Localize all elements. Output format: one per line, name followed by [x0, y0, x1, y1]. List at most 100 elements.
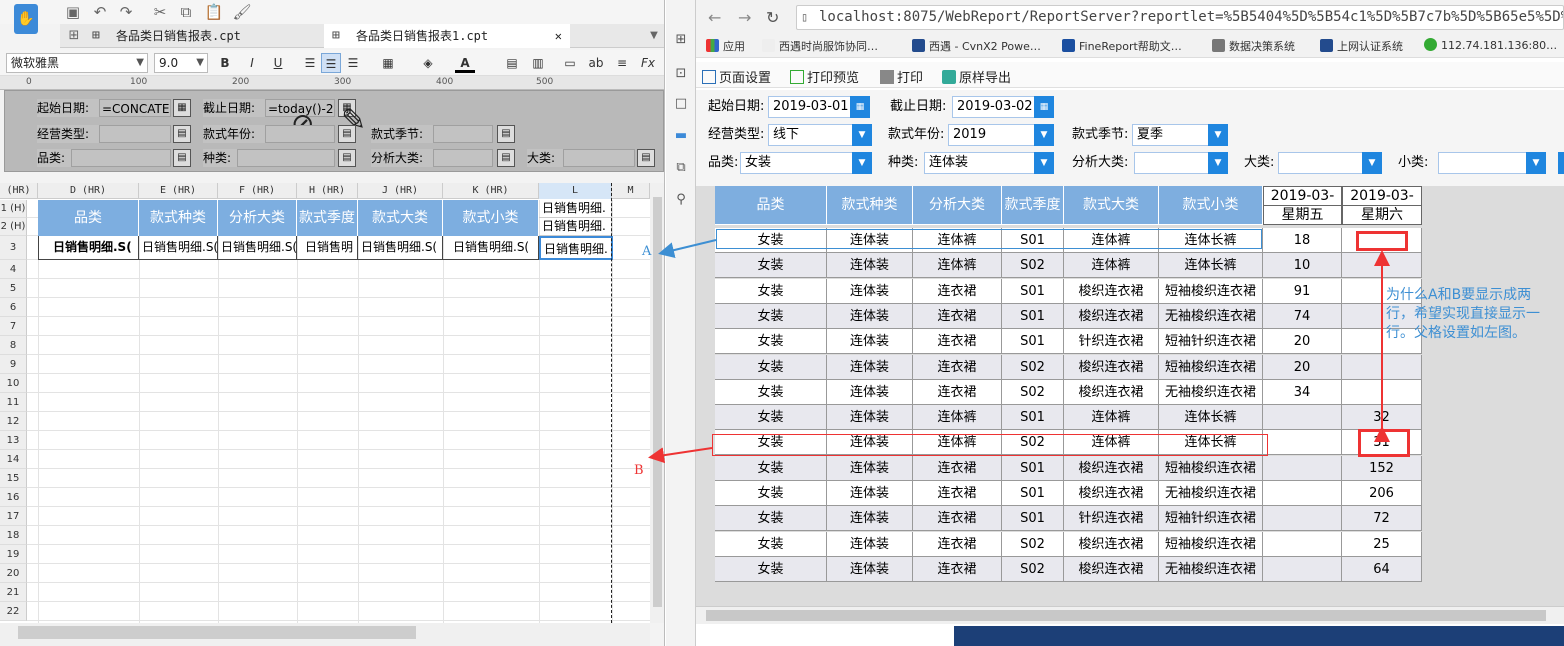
- report-cell[interactable]: 34: [1263, 379, 1342, 405]
- dropdown-icon[interactable]: ▤: [173, 149, 191, 167]
- report-cell[interactable]: 连体装: [827, 303, 913, 329]
- calendar-icon[interactable]: ▦: [173, 99, 191, 117]
- report-cell[interactable]: S02: [1002, 556, 1064, 582]
- report-cell[interactable]: [1263, 506, 1342, 532]
- report-cell[interactable]: S02: [1002, 531, 1064, 557]
- dropdown-icon[interactable]: ▤: [338, 149, 356, 167]
- vertical-scrollbar[interactable]: [650, 183, 664, 623]
- column-header[interactable]: J (HR): [358, 183, 443, 199]
- grid-icon[interactable]: ⊞: [64, 26, 84, 46]
- copy-icon[interactable]: ⧉: [176, 2, 196, 22]
- bookmark-apps[interactable]: 应用: [706, 38, 745, 54]
- report-cell[interactable]: [1263, 405, 1342, 431]
- column-header[interactable]: L: [539, 183, 612, 199]
- small-class-select[interactable]: ▼: [1438, 152, 1546, 174]
- report-cell[interactable]: 连衣裙: [913, 556, 1002, 582]
- close-tab-icon[interactable]: ✕: [555, 24, 562, 48]
- report-cell[interactable]: 连体长裤: [1159, 405, 1263, 431]
- cell-attr-icon[interactable]: ▬: [673, 128, 689, 144]
- chevron-down-icon[interactable]: ▼: [1362, 152, 1382, 174]
- column-header[interactable]: H (HR): [297, 183, 358, 199]
- report-cell[interactable]: 短袖针织连衣裙: [1159, 506, 1263, 532]
- report-cell[interactable]: 女装: [715, 506, 827, 532]
- report-cell[interactable]: 连衣裙: [913, 379, 1002, 405]
- row-header[interactable]: 6: [0, 298, 27, 317]
- split-cells-icon[interactable]: ▥: [528, 53, 548, 73]
- report-cell[interactable]: S01: [1002, 405, 1064, 431]
- report-cell[interactable]: 无袖梭织连衣裙: [1159, 556, 1263, 582]
- column-header[interactable]: E (HR): [139, 183, 218, 199]
- format-painter-icon[interactable]: 🖌: [232, 2, 252, 22]
- report-cell[interactable]: S01: [1002, 303, 1064, 329]
- header-cell[interactable]: 款式季度: [297, 200, 358, 236]
- font-family-select[interactable]: 微软雅黑 ▼: [6, 53, 148, 73]
- frame-icon[interactable]: □: [673, 96, 689, 112]
- report-cell[interactable]: 女装: [715, 531, 827, 557]
- report-cell[interactable]: 连体裤: [1064, 253, 1159, 279]
- date-cell[interactable]: 日销售明细.: [539, 200, 612, 218]
- row-header[interactable]: 10: [0, 374, 27, 393]
- row-header[interactable]: 17: [0, 507, 27, 526]
- category-select[interactable]: 女装 ▼: [740, 152, 872, 174]
- report-cell[interactable]: 64: [1342, 556, 1422, 582]
- row-header[interactable]: 2 (H): [0, 218, 27, 236]
- row-header[interactable]: 4: [0, 260, 27, 279]
- row-header[interactable]: 13: [0, 431, 27, 450]
- biz-type-field[interactable]: [99, 125, 171, 143]
- query-button[interactable]: [1558, 152, 1564, 174]
- report-cell[interactable]: 206: [1342, 481, 1422, 506]
- report-cell[interactable]: 连体长裤: [1159, 253, 1263, 279]
- report-cell[interactable]: 短袖梭织连衣裙: [1159, 354, 1263, 380]
- report-cell[interactable]: 连体装: [827, 405, 913, 431]
- report-cell[interactable]: 梭织连衣裙: [1064, 354, 1159, 380]
- paste-icon[interactable]: 📋: [204, 2, 224, 22]
- report-cell[interactable]: 连体裤: [913, 405, 1002, 431]
- analysis-field[interactable]: [433, 149, 493, 167]
- text-style-icon[interactable]: ab: [586, 53, 606, 73]
- row-header[interactable]: 19: [0, 545, 27, 564]
- report-cell[interactable]: S02: [1002, 253, 1064, 279]
- report-cell[interactable]: 25: [1342, 531, 1422, 557]
- start-date-input[interactable]: 2019-03-01 ▦: [768, 96, 870, 118]
- report-cell[interactable]: 梭织连衣裙: [1064, 379, 1159, 405]
- report-cell[interactable]: [1263, 481, 1342, 506]
- report-cell[interactable]: [1263, 531, 1342, 557]
- align-center-icon[interactable]: ☰: [321, 53, 341, 73]
- kind-field[interactable]: [237, 149, 335, 167]
- report-cell[interactable]: S01: [1002, 506, 1064, 532]
- report-cell[interactable]: 72: [1342, 506, 1422, 532]
- report-cell[interactable]: 连体装: [827, 379, 913, 405]
- report-cell[interactable]: 女装: [715, 329, 827, 355]
- report-cell[interactable]: 连衣裙: [913, 329, 1002, 355]
- report-cell[interactable]: 女装: [715, 253, 827, 279]
- report-cell[interactable]: 梭织连衣裙: [1064, 481, 1159, 506]
- row-header[interactable]: 20: [0, 564, 27, 583]
- report-cell[interactable]: 短袖梭织连衣裙: [1159, 278, 1263, 304]
- header-cell[interactable]: 品类: [38, 200, 139, 236]
- column-header[interactable]: M: [612, 183, 650, 199]
- report-cell[interactable]: 梭织连衣裙: [1064, 455, 1159, 481]
- row-header[interactable]: 18: [0, 526, 27, 545]
- data-cell[interactable]: 日销售明细.S(: [443, 236, 539, 260]
- report-cell[interactable]: 无袖梭织连衣裙: [1159, 481, 1263, 506]
- report-cell[interactable]: 74: [1263, 303, 1342, 329]
- report-cell[interactable]: 连衣裙: [913, 531, 1002, 557]
- report-cell[interactable]: 10: [1263, 253, 1342, 279]
- chevron-down-icon[interactable]: ▼: [1208, 152, 1228, 174]
- taskbar-window[interactable]: [954, 626, 1564, 646]
- data-cell[interactable]: 日销售明细.S(: [358, 236, 443, 260]
- font-color-icon[interactable]: A: [455, 53, 475, 73]
- dropdown-icon[interactable]: ▤: [637, 149, 655, 167]
- year-field[interactable]: [265, 125, 335, 143]
- chevron-down-icon[interactable]: ▼: [1034, 152, 1054, 174]
- header-cell[interactable]: 分析大类: [218, 200, 297, 236]
- report-cell[interactable]: 连体装: [827, 253, 913, 279]
- chevron-down-icon[interactable]: ▼: [1208, 124, 1228, 146]
- report-cell[interactable]: 女装: [715, 278, 827, 304]
- report-cell[interactable]: 连体装: [827, 278, 913, 304]
- report-cell[interactable]: 梭织连衣裙: [1064, 303, 1159, 329]
- report-horizontal-scrollbar[interactable]: [696, 606, 1564, 624]
- back-icon[interactable]: ←: [708, 8, 721, 27]
- row-header[interactable]: 8: [0, 336, 27, 355]
- row-header[interactable]: 11: [0, 393, 27, 412]
